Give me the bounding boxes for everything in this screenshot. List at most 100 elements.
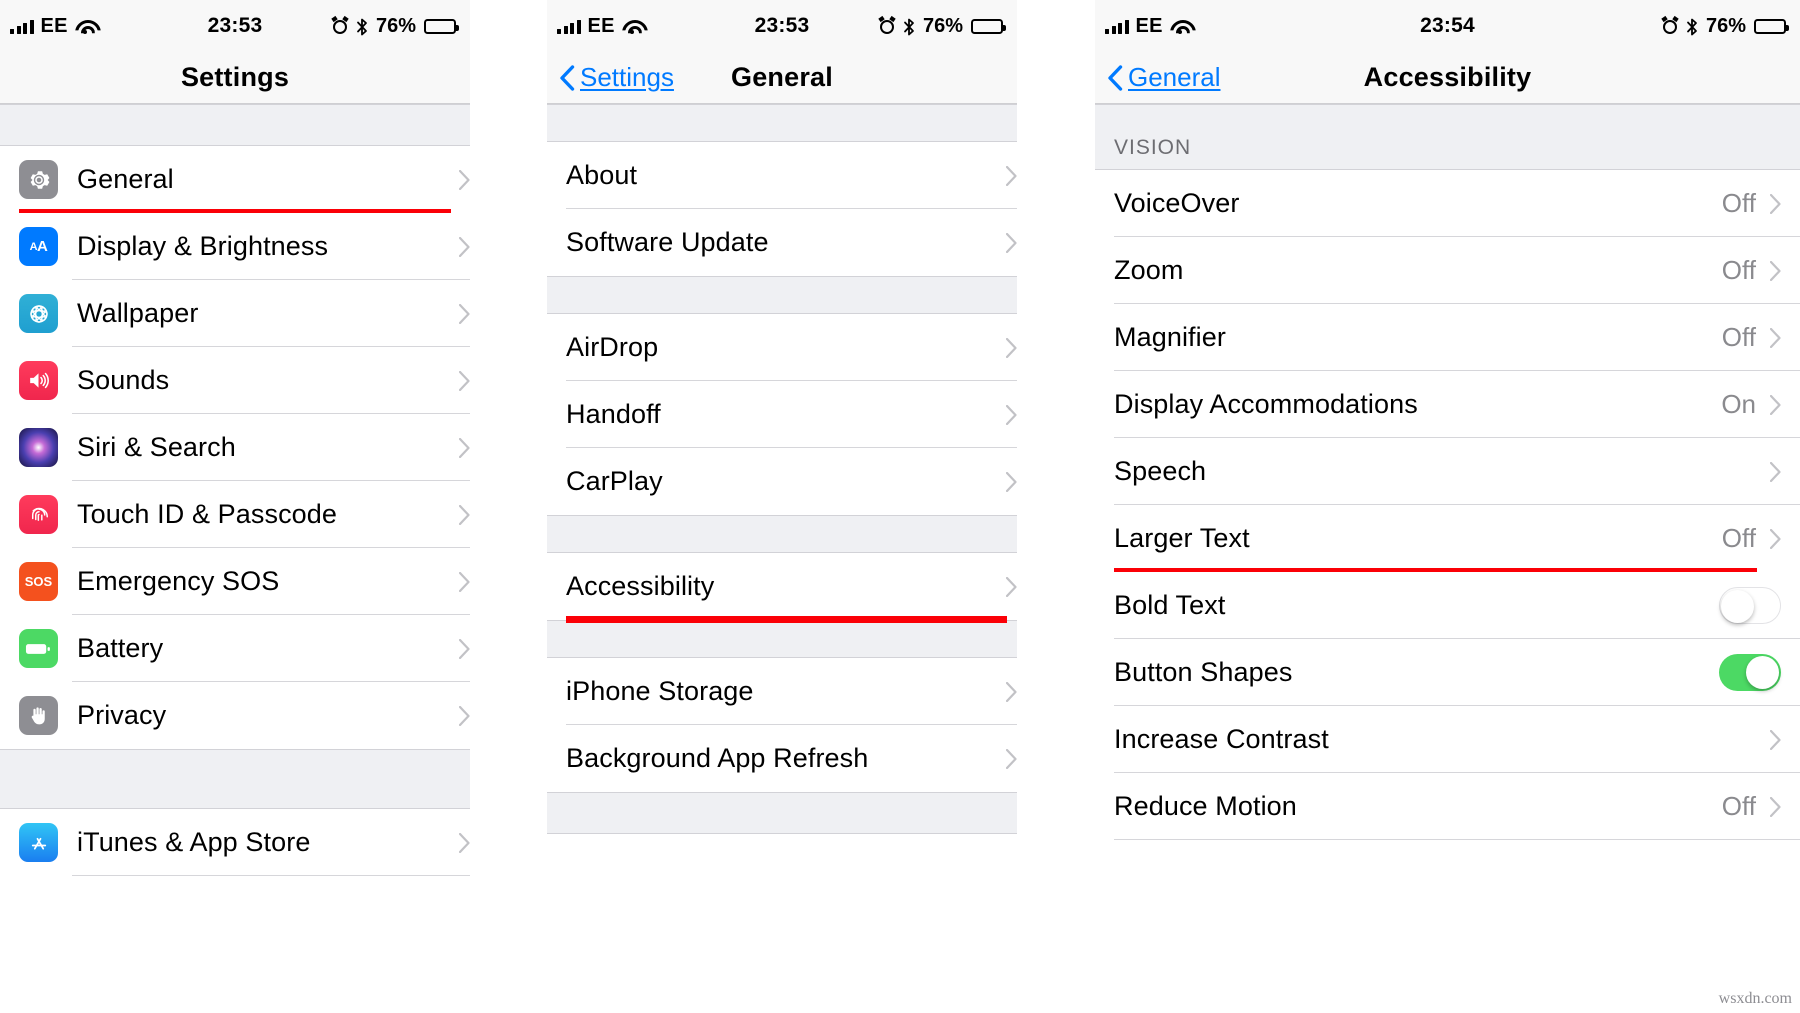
list-item-wallpaper[interactable]: Wallpaper [0,280,470,347]
list-item-software-update[interactable]: Software Update [547,209,1017,276]
chevron-right-icon [1006,681,1017,702]
chevron-left-icon [559,64,575,91]
list-item-increase-contrast[interactable]: Increase Contrast [1095,706,1800,773]
settings-list[interactable]: General AA Display & Brightness Wallpape… [0,104,470,1013]
display-brightness-icon: AA [19,227,58,266]
list-item-label: Accessibility [566,571,715,601]
chevron-left-icon [1107,64,1123,91]
list-item-label: Speech [1114,456,1207,486]
list-item-accessory: Off [1722,322,1781,353]
list-item-magnifier[interactable]: Magnifier Off [1095,304,1800,371]
battery-percent-label: 76% [922,14,963,37]
list-item-display-accommodations[interactable]: Display Accommodations On [1095,371,1800,438]
list-item-label: iTunes & App Store [77,827,311,857]
chevron-right-icon [1770,729,1781,750]
list-item-accessory [459,370,470,391]
list-item-accessory [1006,748,1017,769]
status-bar: EE 23:53 76% [0,0,470,52]
chevron-right-icon [1770,260,1781,281]
list-item-larger-text[interactable]: Larger Text Off [1095,505,1800,575]
list-item-value: Off [1721,255,1756,285]
list-item-label: Larger Text [1114,523,1250,553]
list-item-accessory [1006,337,1017,358]
status-bar: EE 23:54 76% [1095,0,1800,52]
list-item-label: Magnifier [1114,322,1226,352]
list-item-accessory [1006,404,1017,425]
list-item-accessory [1006,471,1017,492]
list-item-label: Display Accommodations [1114,389,1418,419]
list-item-carplay[interactable]: CarPlay [547,448,1017,515]
appstore-icon [19,823,58,862]
list-item-general[interactable]: General [0,146,470,216]
bold-text-toggle[interactable] [1719,587,1781,624]
back-button-label: Settings [580,62,674,92]
list-item-about[interactable]: About [547,142,1017,209]
battery-icon [971,18,1006,34]
back-button[interactable]: General [1107,62,1221,93]
list-item-accessory [1756,461,1781,482]
chevron-right-icon [1006,404,1017,425]
chevron-right-icon [459,437,470,458]
list-gap [547,104,1017,142]
fingerprint-icon [19,495,58,534]
status-right: 76% [878,14,1006,38]
panel-settings: EE 23:53 76% Settings General A A Displa… [0,0,470,1013]
list-item-emergency-sos[interactable]: SOS Emergency SOS [0,548,470,615]
chevron-right-icon [1006,471,1017,492]
battery-percent-label: 76% [1705,14,1746,37]
list-item-accessibility[interactable]: Accessibility [547,553,1017,623]
alarm-icon [1661,15,1679,34]
list-item-airdrop[interactable]: AirDrop [547,314,1017,381]
list-item-label: Reduce Motion [1114,791,1297,821]
status-bar: EE 23:53 76% [547,0,1017,52]
list-item-label: Bold Text [1114,590,1226,620]
list-item-label: AirDrop [566,332,659,362]
chevron-right-icon [459,169,470,190]
chevron-right-icon [1770,461,1781,482]
bluetooth-icon [356,18,368,35]
list-gap [547,792,1017,834]
list-item-button-shapes[interactable]: Button Shapes [1095,639,1800,706]
list-item-accessory: Off [1722,255,1781,286]
list-item-siri-search[interactable]: Siri & Search [0,414,470,481]
gear-icon [19,160,58,199]
button-shapes-toggle[interactable] [1719,654,1781,691]
chevron-right-icon [1770,193,1781,214]
list-item-reduce-motion[interactable]: Reduce Motion Off [1095,773,1800,840]
status-right: 76% [1661,14,1789,38]
list-item-accessory [459,571,470,592]
chevron-right-icon [459,638,470,659]
status-right: 76% [331,15,459,38]
general-list[interactable]: About Software Update AirDrop Handoff Ca… [547,104,1017,1013]
list-item-privacy[interactable]: Privacy [0,682,470,749]
list-item-background-app-refresh[interactable]: Background App Refresh [547,725,1017,792]
list-item-handoff[interactable]: Handoff [547,381,1017,448]
list-gap [547,515,1017,553]
list-item-sounds[interactable]: Sounds [0,347,470,414]
list-item-accessory [459,638,470,659]
nav-bar-settings: Settings [0,52,470,104]
nav-bar-general: Settings General [547,52,1017,104]
chevron-right-icon [459,571,470,592]
list-item-accessory [459,303,470,324]
list-item-bold-text[interactable]: Bold Text [1095,572,1800,639]
speaker-icon [19,361,58,400]
list-item-battery[interactable]: Battery [0,615,470,682]
list-item-accessory [1719,654,1781,691]
chevron-right-icon [459,303,470,324]
accessibility-list[interactable]: VISION VoiceOver Off Zoom Off Magnifier … [1095,104,1800,1013]
list-item-label: VoiceOver [1114,188,1240,218]
list-item-speech[interactable]: Speech [1095,438,1800,505]
list-item-iphone-storage[interactable]: iPhone Storage [547,658,1017,725]
list-item-itunes-app-store[interactable]: iTunes & App Store [0,809,470,876]
chevron-right-icon [1770,796,1781,817]
alarm-icon [331,15,349,34]
bluetooth-icon [903,18,915,35]
list-item-voiceover[interactable]: VoiceOver Off [1095,170,1800,237]
list-gap [547,620,1017,658]
list-item-zoom[interactable]: Zoom Off [1095,237,1800,304]
back-button[interactable]: Settings [559,62,674,93]
list-item-label: About [566,160,638,190]
list-item-display-brightness[interactable]: AA Display & Brightness [0,213,470,280]
list-item-touch-id-passcode[interactable]: Touch ID & Passcode [0,481,470,548]
